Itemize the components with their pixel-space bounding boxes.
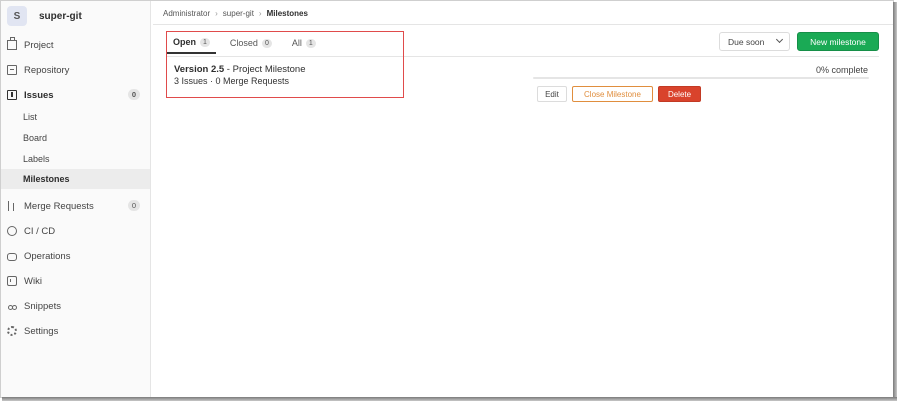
- sidebar-item-cicd[interactable]: CI / CD: [1, 220, 150, 242]
- tab-closed[interactable]: Closed 0: [224, 32, 278, 54]
- window-shadow-right: [893, 2, 897, 400]
- project-icon: [7, 37, 17, 50]
- repository-icon: [7, 65, 17, 75]
- sidebar-subitem-label: Milestones: [23, 174, 70, 184]
- sidebar-item-label: Settings: [24, 325, 59, 337]
- sidebar-item-label: Project: [24, 39, 54, 51]
- issues-icon: [7, 90, 17, 100]
- issues-count-badge: 0: [127, 89, 140, 100]
- chevron-down-icon: [775, 35, 784, 44]
- sidebar-item-label: Repository: [24, 64, 70, 76]
- tab-count-badge: 0: [261, 38, 272, 48]
- tab-count-badge: 1: [305, 38, 316, 48]
- tab-count-badge: 1: [200, 37, 210, 47]
- sidebar-item-repository[interactable]: Repository: [1, 59, 150, 81]
- tab-open[interactable]: Open 1: [167, 32, 216, 54]
- sidebar-item-label: Wiki: [24, 275, 42, 287]
- settings-icon: [7, 326, 17, 336]
- window-shadow-bottom: [2, 397, 897, 401]
- delete-button[interactable]: Delete: [658, 86, 701, 102]
- new-milestone-button[interactable]: New milestone: [797, 32, 879, 51]
- tab-all[interactable]: All 1: [286, 32, 322, 54]
- sidebar-item-label: Merge Requests: [24, 200, 94, 212]
- sidebar-item-label: Issues: [24, 89, 54, 101]
- sidebar-subitem-label: Board: [23, 133, 48, 143]
- edit-button[interactable]: Edit: [537, 86, 567, 102]
- tab-label: Open: [173, 37, 197, 47]
- close-milestone-button[interactable]: Close Milestone: [572, 86, 653, 102]
- header-divider: [153, 24, 893, 25]
- sort-dropdown[interactable]: Due soon: [719, 32, 790, 51]
- sort-dropdown-label: Due soon: [728, 36, 765, 47]
- breadcrumb-separator-icon: ›: [258, 8, 262, 18]
- sidebar: S super-git Project Repository Issues 0 …: [1, 1, 151, 397]
- wiki-icon: [7, 276, 17, 286]
- merge-requests-count-badge: 0: [127, 200, 140, 211]
- sidebar-item-operations[interactable]: Operations: [1, 245, 150, 267]
- milestone-tabs: Open 1 Closed 0 All 1: [167, 32, 330, 56]
- sidebar-subitem-list[interactable]: List: [1, 107, 150, 127]
- snippets-icon: [7, 301, 17, 311]
- sidebar-item-issues[interactable]: Issues 0: [1, 84, 150, 106]
- merge-request-icon: [7, 201, 17, 211]
- milestone-meta: 3 Issues · 0 Merge Requests: [174, 76, 290, 86]
- sidebar-subitem-label: List: [23, 112, 38, 122]
- tab-label: All: [291, 38, 302, 48]
- cicd-icon: [7, 226, 17, 236]
- sidebar-subitem-board[interactable]: Board: [1, 128, 150, 148]
- project-header[interactable]: S super-git: [1, 1, 150, 31]
- sidebar-item-merge-requests[interactable]: Merge Requests 0: [1, 195, 150, 217]
- milestone-progress-label: 0% complete: [815, 65, 868, 75]
- sidebar-item-label: Snippets: [24, 300, 61, 312]
- milestone-name[interactable]: Version 2.5: [174, 64, 224, 75]
- tabs-divider: [167, 56, 879, 57]
- breadcrumb-separator-icon: ›: [215, 8, 218, 18]
- breadcrumb: Administrator › super-git › Milestones: [163, 7, 308, 19]
- project-avatar: S: [7, 6, 27, 26]
- project-name: super-git: [39, 10, 82, 22]
- sidebar-item-snippets[interactable]: Snippets: [1, 295, 150, 317]
- breadcrumb-item-current[interactable]: Milestones: [267, 9, 308, 18]
- milestone-kind: - Project Milestone: [224, 64, 306, 75]
- breadcrumb-item-project[interactable]: super-git: [223, 9, 254, 18]
- sidebar-subitem-milestones[interactable]: Milestones: [1, 169, 150, 189]
- sidebar-item-label: Operations: [24, 250, 71, 262]
- milestone-progress-bar: [533, 77, 869, 79]
- breadcrumb-item-administrator[interactable]: Administrator: [163, 9, 210, 18]
- sidebar-subitem-labels[interactable]: Labels: [1, 149, 150, 169]
- sidebar-subitem-label: Labels: [23, 154, 50, 164]
- tab-label: Closed: [229, 38, 258, 48]
- sidebar-item-project[interactable]: Project: [1, 34, 150, 56]
- sidebar-item-wiki[interactable]: Wiki: [1, 270, 150, 292]
- operations-icon: [7, 251, 17, 261]
- milestone-title[interactable]: Version 2.5 - Project Milestone: [174, 64, 305, 75]
- sidebar-item-settings[interactable]: Settings: [1, 320, 150, 342]
- sidebar-item-label: CI / CD: [24, 225, 56, 237]
